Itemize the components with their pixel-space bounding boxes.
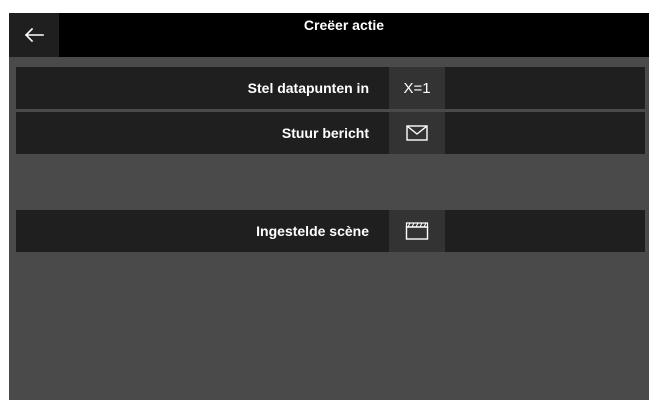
screen: Creëer actie Stel datapunten in X=1 Stuu… bbox=[9, 13, 649, 400]
back-button[interactable] bbox=[9, 13, 59, 57]
action-label-send-message: Stuur bericht bbox=[281, 125, 369, 141]
action-label-set-scene: Ingestelde scène bbox=[256, 223, 369, 239]
header-bar: Creëer actie bbox=[9, 13, 649, 57]
action-label-set-datapoints: Stel datapunten in bbox=[247, 80, 369, 96]
page-title: Creëer actie bbox=[303, 17, 385, 33]
x-equals-1-icon: X=1 bbox=[403, 79, 431, 97]
arrow-left-icon bbox=[24, 28, 44, 42]
action-row-set-scene: Ingestelde scène bbox=[16, 210, 645, 252]
action-row-set-datapoints: Stel datapunten in X=1 bbox=[16, 67, 645, 109]
set-scene-button[interactable] bbox=[389, 210, 445, 252]
set-datapoints-button[interactable]: X=1 bbox=[389, 67, 445, 109]
envelope-icon bbox=[406, 125, 428, 141]
action-row-send-message: Stuur bericht bbox=[16, 112, 645, 154]
send-message-button[interactable] bbox=[389, 112, 445, 154]
clapperboard-icon bbox=[405, 222, 429, 240]
